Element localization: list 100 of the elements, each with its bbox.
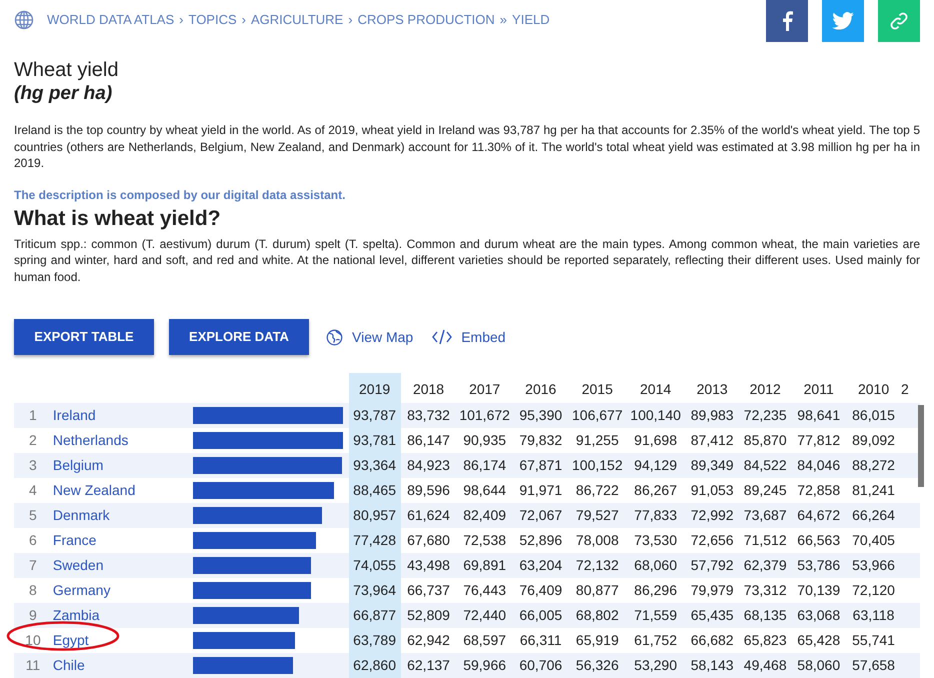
value-cell: 83,732 [400, 403, 456, 428]
value-cell: 57,792 [685, 553, 740, 578]
value-cell: 68,135 [739, 603, 792, 628]
column-header[interactable]: 2015 [568, 373, 626, 403]
country-link[interactable]: Netherlands [52, 428, 193, 453]
column-header[interactable]: 2017 [456, 373, 513, 403]
value-cell: 93,787 [348, 403, 401, 428]
value-cell: 67,871 [512, 453, 569, 478]
rank-cell: 11 [14, 653, 52, 678]
value-cell: 79,832 [512, 428, 569, 453]
value-cell: 79,979 [685, 578, 740, 603]
country-link[interactable]: France [52, 528, 193, 553]
export-table-button[interactable]: EXPORT TABLE [14, 319, 154, 355]
value-cell: 68,597 [456, 628, 513, 653]
value-cell: 43,498 [400, 553, 456, 578]
country-link[interactable]: Belgium [52, 453, 193, 478]
value-cell: 77,833 [626, 503, 686, 528]
rank-cell: 3 [14, 453, 52, 478]
value-cell: 91,255 [568, 428, 626, 453]
value-cell: 74,055 [348, 553, 401, 578]
rank-cell: 9 [14, 603, 52, 628]
value-cell: 72,992 [685, 503, 740, 528]
view-map-link[interactable]: View Map [352, 326, 414, 348]
value-cell: 62,379 [739, 553, 792, 578]
value-cell: 90,935 [456, 428, 513, 453]
country-link[interactable]: Egypt [52, 628, 193, 653]
value-cell: 86,267 [626, 478, 686, 503]
bird-icon [832, 12, 854, 30]
value-cell: 76,443 [456, 578, 513, 603]
value-cell: 89,983 [685, 403, 740, 428]
value-cell: 81,241 [846, 478, 901, 503]
value-cell: 78,008 [568, 528, 626, 553]
assistant-note: The description is composed by our digital data assistant. [14, 186, 346, 204]
value-cell: 68,802 [568, 603, 626, 628]
value-cell: 53,966 [846, 553, 901, 578]
column-header[interactable]: 2014 [626, 373, 686, 403]
value-cell: 100,152 [568, 453, 626, 478]
value-cell: 79,527 [568, 503, 626, 528]
explore-data-button[interactable]: EXPLORE DATA [169, 319, 309, 355]
country-link[interactable]: Chile [52, 653, 193, 678]
breadcrumb-link[interactable]: AGRICULTURE [251, 10, 344, 30]
column-header[interactable]: 2013 [685, 373, 740, 403]
column-header[interactable]: 2010 [846, 373, 901, 403]
country-link[interactable]: Sweden [52, 553, 193, 578]
globe-icon [326, 328, 343, 346]
value-cell: 106,677 [568, 403, 626, 428]
country-link[interactable]: Ireland [52, 403, 193, 428]
value-cell: 71,559 [626, 603, 686, 628]
description-paragraph: Ireland is the top country by wheat yield in the world. As of 2019, wheat yield in Ireland was 93,787 hg per ha that accounts for 2.35% of the world's wheat yield. The top 5 countries (others are Netherlands, Belgium, New Zealand, and Denmark) account for 11.30% of it. The world's total wheat yield was estimated at 3.98 million hg per ha in 2019. [14, 122, 920, 172]
value-cell: 86,722 [568, 478, 626, 503]
column-header[interactable]: 2012 [739, 373, 792, 403]
value-cell: 70,405 [846, 528, 901, 553]
value-cell: 77,812 [791, 428, 846, 453]
column-header[interactable]: 2 [900, 373, 920, 403]
rank-cell: 7 [14, 553, 52, 578]
value-cell: 72,656 [685, 528, 740, 553]
breadcrumb-link[interactable]: WORLD DATA ATLAS [47, 10, 174, 30]
value-cell: 53,290 [626, 653, 686, 678]
value-cell: 60,706 [512, 653, 569, 678]
value-cell: 88,465 [348, 478, 401, 503]
value-cell: 66,737 [400, 578, 456, 603]
value-cell: 73,312 [739, 578, 792, 603]
code-icon [432, 329, 452, 345]
value-cell: 63,118 [846, 603, 901, 628]
scrollbar-thumb[interactable] [918, 405, 924, 487]
embed-link[interactable]: Embed [461, 326, 506, 348]
value-cell: 66,005 [512, 603, 569, 628]
value-cell: 88,272 [846, 453, 901, 478]
country-link[interactable]: New Zealand [52, 478, 193, 503]
value-cell: 64,672 [791, 503, 846, 528]
column-header[interactable]: 2018 [400, 373, 456, 403]
country-link[interactable]: Denmark [52, 503, 193, 528]
breadcrumb-link[interactable]: YIELD [512, 10, 550, 30]
value-cell: 80,957 [348, 503, 401, 528]
country-link[interactable]: Germany [52, 578, 193, 603]
value-cell: 49,468 [739, 653, 792, 678]
column-header[interactable]: 2011 [791, 373, 846, 403]
value-cell: 86,174 [456, 453, 513, 478]
value-cell: 72,235 [739, 403, 792, 428]
facebook-share-button[interactable] [766, 0, 808, 42]
breadcrumb-separator: › [179, 11, 184, 30]
breadcrumb-link[interactable]: CROPS PRODUCTION [358, 10, 495, 30]
value-cell: 71,512 [739, 528, 792, 553]
value-cell: 93,364 [348, 453, 401, 478]
value-cell: 91,698 [626, 428, 686, 453]
rank-cell: 8 [14, 578, 52, 603]
column-header[interactable]: 2016 [512, 373, 569, 403]
value-cell: 68,060 [626, 553, 686, 578]
value-cell: 84,923 [400, 453, 456, 478]
twitter-share-button[interactable] [822, 0, 864, 42]
value-cell: 89,596 [400, 478, 456, 503]
breadcrumb-link[interactable]: TOPICS [188, 10, 237, 30]
column-header[interactable]: 2019 [348, 373, 401, 403]
country-link[interactable]: Zambia [52, 603, 193, 628]
value-cell: 72,858 [791, 478, 846, 503]
value-cell: 62,942 [400, 628, 456, 653]
value-cell: 73,964 [348, 578, 401, 603]
unit-subtitle: (hg per ha) [14, 82, 114, 106]
breadcrumb-separator: › [242, 11, 246, 30]
copy-link-button[interactable] [878, 0, 920, 42]
